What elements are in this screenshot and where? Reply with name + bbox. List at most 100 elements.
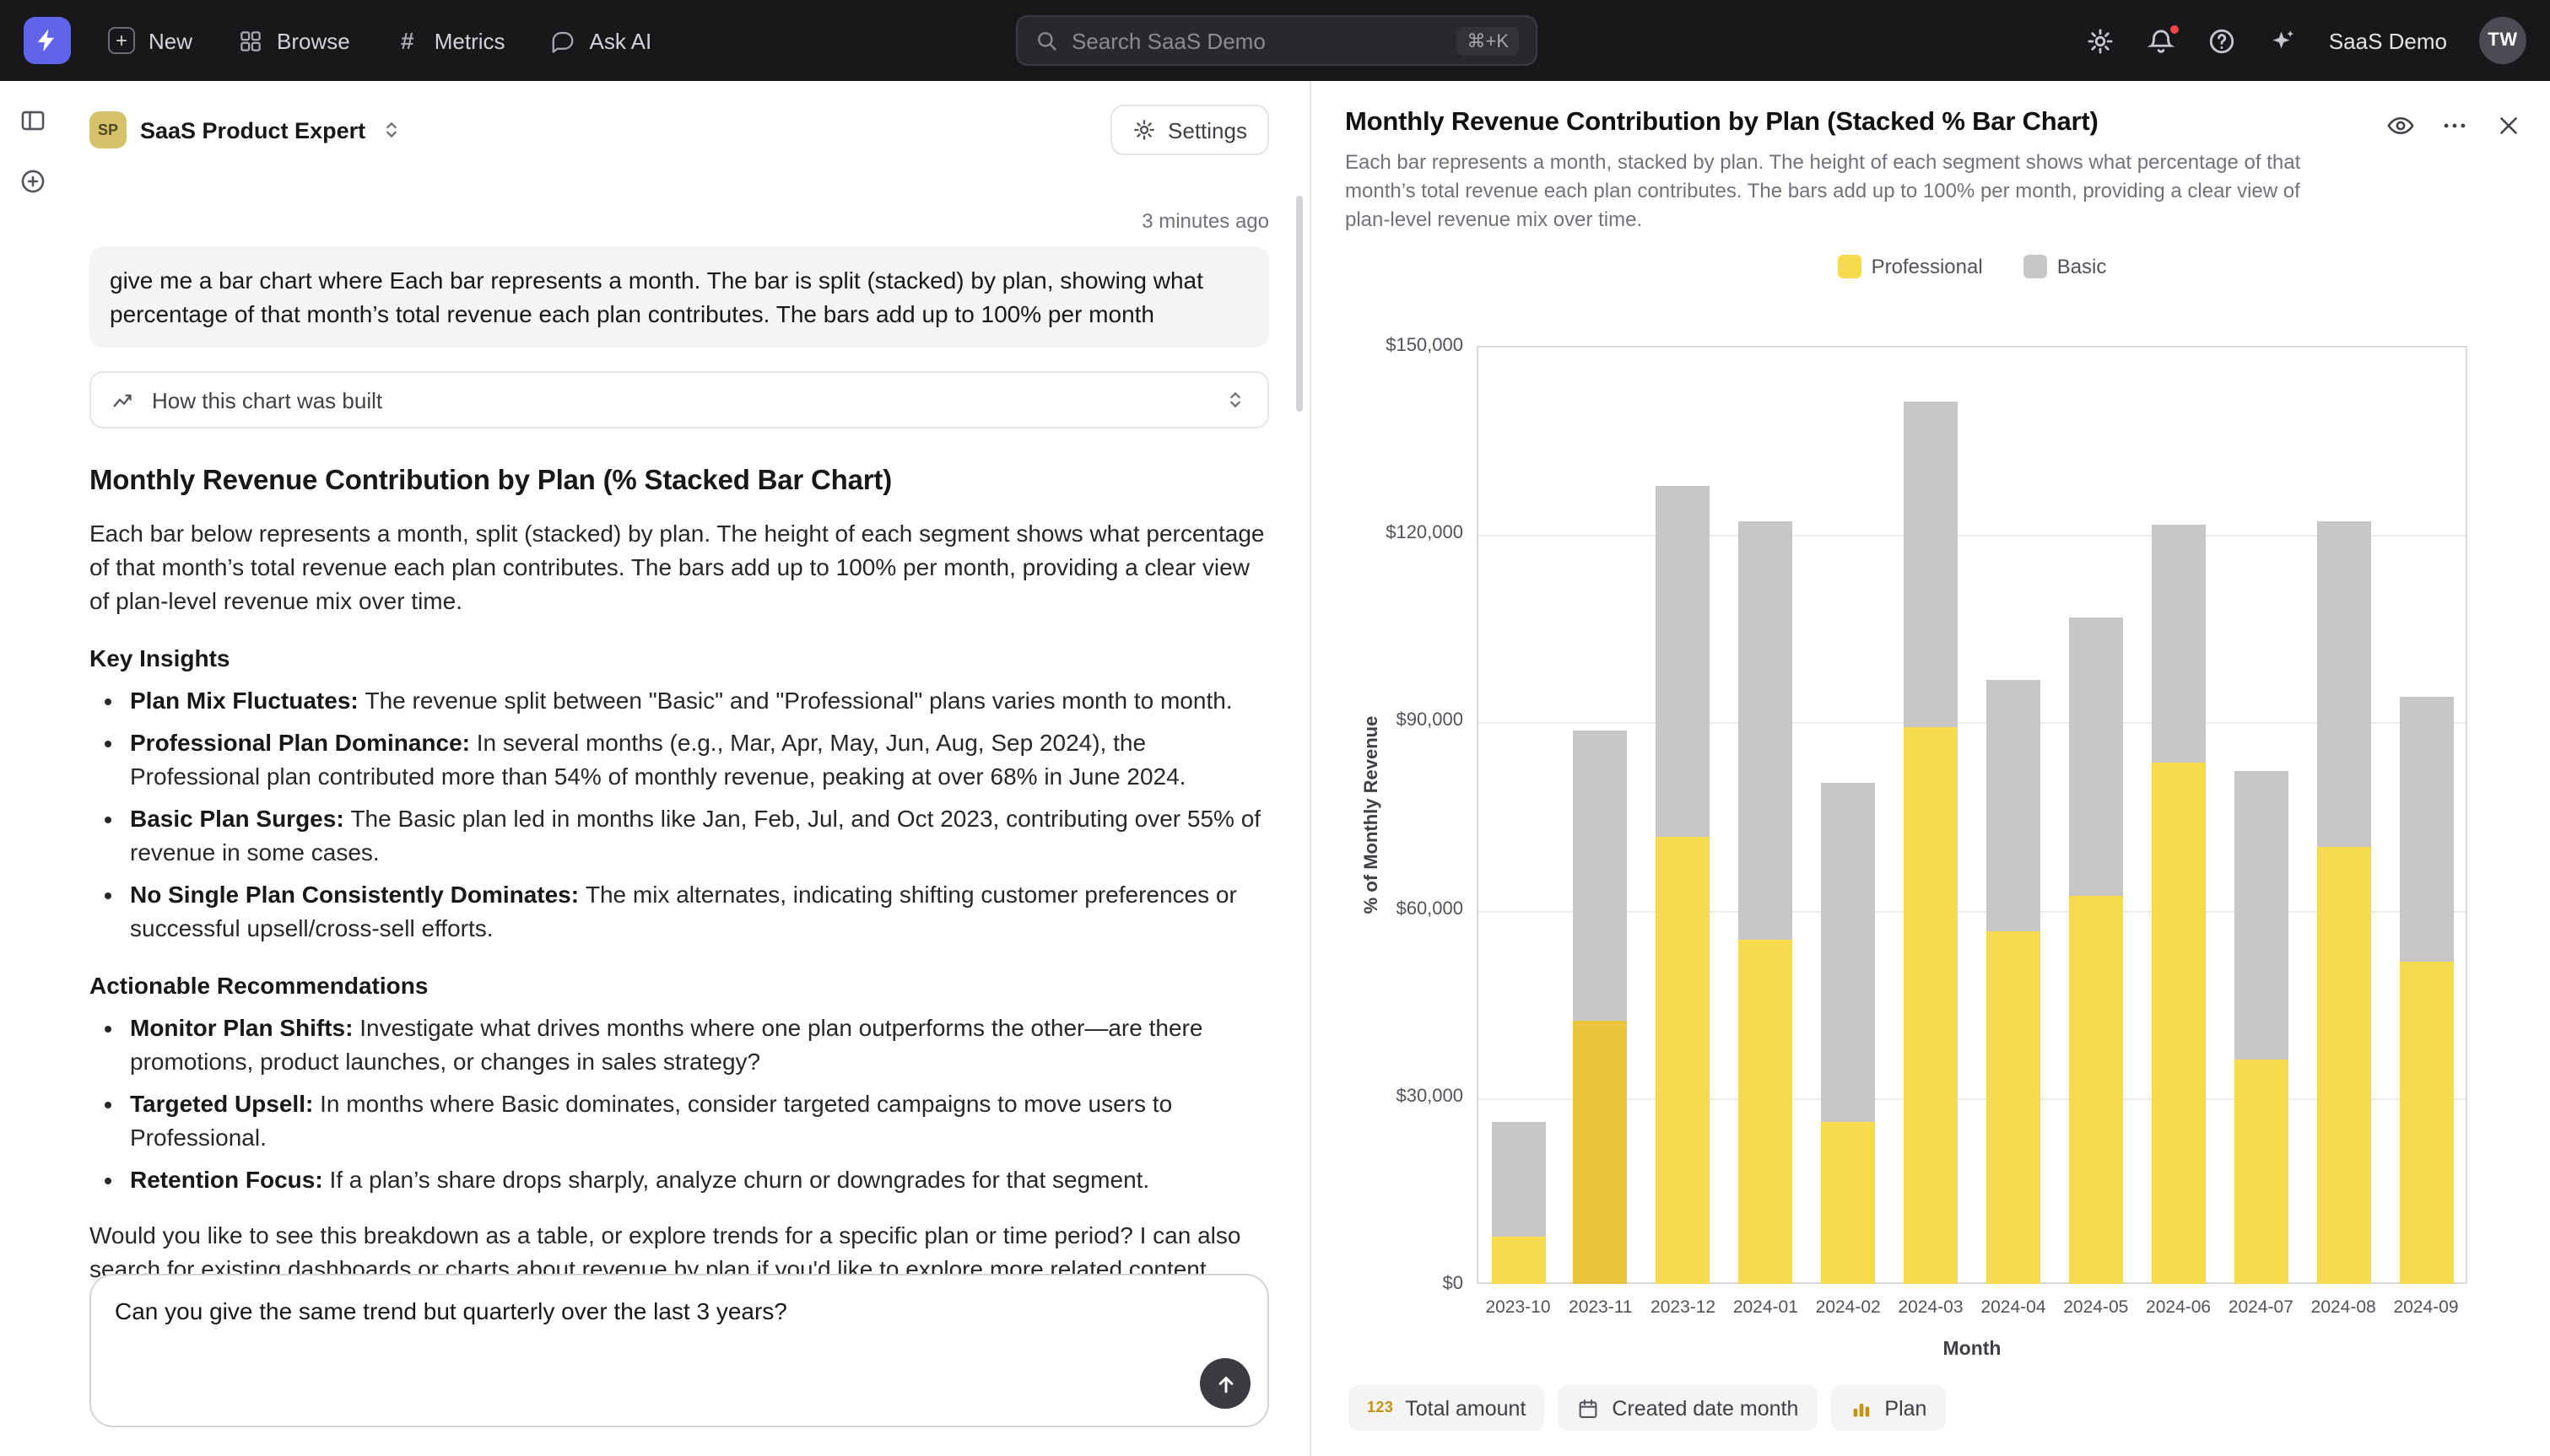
bar-2024-06-professional[interactable] [2152, 762, 2206, 1284]
global-search-input[interactable]: Search SaaS Demo ⌘+K [1016, 15, 1537, 66]
legend-label: Basic [2057, 255, 2107, 278]
topbar-nav: + New Browse #Metrics Ask AI [108, 27, 651, 54]
nav-item-label: Browse [277, 28, 350, 53]
y-tick-label: $90,000 [1396, 711, 1463, 731]
bar-2023-12-professional[interactable] [1656, 837, 1710, 1284]
legend-item-basic[interactable]: Basic [2023, 255, 2107, 278]
bar-2024-03-professional[interactable] [1904, 727, 1958, 1284]
chat-input-value: Can you give the same trend but quarterl… [115, 1297, 787, 1324]
field-tags-row: 123Total amount Created date month Plan [1348, 1385, 1945, 1431]
nav-item-metrics[interactable]: #Metrics [394, 27, 505, 54]
nav-item-label: New [149, 28, 192, 53]
agent-avatar: SP [89, 111, 127, 148]
bar-2023-12-basic[interactable] [1656, 487, 1710, 837]
chat-bubble-icon [549, 27, 576, 54]
how-chart-built-expander[interactable]: How this chart was built [89, 371, 1269, 429]
user-avatar[interactable]: TW [2479, 17, 2526, 64]
bar-2024-02-professional[interactable] [1821, 1121, 1875, 1284]
legend-swatch [2023, 255, 2047, 278]
calendar-icon [1576, 1396, 1600, 1420]
bar-2023-10-professional[interactable] [1491, 1237, 1545, 1284]
x-tick-label: 2024-03 [1898, 1297, 1963, 1318]
field-tag-label: Plan [1884, 1396, 1926, 1420]
more-options-icon[interactable] [2440, 111, 2469, 140]
bullet-item: Monitor Plan Shifts: Investigate what dr… [130, 1011, 1269, 1078]
bar-2024-05-professional[interactable] [2069, 896, 2123, 1284]
bar-2023-11-professional[interactable] [1574, 1022, 1628, 1284]
help-icon[interactable] [2207, 26, 2236, 55]
bar-2023-10-basic[interactable] [1491, 1121, 1545, 1237]
response-title: Monthly Revenue Contribution by Plan (% … [89, 466, 1269, 498]
x-axis-title: Month [1943, 1340, 2002, 1360]
x-tick-label: 2024-09 [2393, 1297, 2458, 1318]
sidebar-toggle-icon[interactable] [19, 106, 47, 135]
eye-icon[interactable] [2386, 111, 2415, 140]
how-built-label: How this chart was built [152, 387, 382, 413]
response-sections: Key InsightsPlan Mix Fluctuates: The rev… [89, 644, 1269, 1196]
settings-gear-icon[interactable] [2086, 26, 2115, 55]
bar-2024-04-basic[interactable] [1986, 681, 2040, 931]
nav-item-new[interactable]: + New [108, 27, 192, 54]
left-rail [0, 81, 66, 1456]
field-tag-plan[interactable]: Plan [1830, 1385, 1945, 1431]
bullet-item: Plan Mix Fluctuates: The revenue split b… [130, 683, 1269, 717]
agent-selector[interactable]: SP SaaS Product Expert [89, 111, 402, 148]
chart-title: Monthly Revenue Contribution by Plan (St… [1345, 108, 2347, 138]
bar-2024-08-basic[interactable] [2316, 521, 2370, 846]
bar-2024-05-basic[interactable] [2069, 618, 2123, 897]
bullet-item: Targeted Upsell: In months where Basic d… [130, 1087, 1269, 1154]
legend-swatch [1838, 255, 1861, 278]
y-tick-label: $30,000 [1396, 1087, 1463, 1107]
nav-item-browse[interactable]: Browse [236, 27, 350, 54]
bar-2023-11-basic[interactable] [1574, 731, 1628, 1022]
y-tick-label: $150,000 [1386, 336, 1463, 356]
app-root: + New Browse #Metrics Ask AI Search SaaS Dem… [0, 0, 2550, 1456]
bar-2024-07-professional[interactable] [2234, 1059, 2288, 1284]
search-placeholder: Search SaaS Demo [1072, 28, 1443, 53]
bar-2024-06-basic[interactable] [2152, 524, 2206, 762]
bar-2024-02-basic[interactable] [1821, 784, 1875, 1121]
field-tag-total-amount[interactable]: 123Total amount [1348, 1385, 1544, 1431]
chat-thread: 3 minutes ago give me a bar chart where … [66, 209, 1310, 1286]
x-tick-label: 2024-08 [2311, 1297, 2376, 1318]
send-button[interactable] [1200, 1358, 1251, 1409]
field-tag-created-date-month[interactable]: Created date month [1558, 1385, 1817, 1431]
x-tick-label: 2023-11 [1569, 1297, 1633, 1318]
x-tick-label: 2024-01 [1733, 1297, 1798, 1318]
agent-name: SaaS Product Expert [140, 117, 365, 143]
bar-2024-09-professional[interactable] [2399, 962, 2453, 1284]
topbar: + New Browse #Metrics Ask AI Search SaaS Dem… [0, 0, 2550, 81]
close-icon[interactable] [2494, 111, 2523, 140]
workspace-name[interactable]: SaaS Demo [2329, 28, 2447, 53]
plus-box-icon: + [108, 27, 135, 54]
chat-panel: SP SaaS Product Expert Settings 3 minute… [66, 81, 1311, 1456]
settings-button-label: Settings [1168, 117, 1247, 143]
search-icon [1035, 29, 1058, 52]
notifications-bell-icon[interactable] [2147, 26, 2175, 55]
bullet-item: Professional Plan Dominance: In several … [130, 725, 1269, 793]
chat-input[interactable]: Can you give the same trend but quarterl… [89, 1274, 1269, 1427]
sparkles-icon[interactable] [2268, 26, 2297, 55]
agent-settings-button[interactable]: Settings [1110, 105, 1269, 155]
bar-2024-01-professional[interactable] [1738, 940, 1792, 1284]
response-intro: Each bar below represents a month, split… [89, 516, 1269, 617]
bar-2024-01-basic[interactable] [1738, 521, 1792, 941]
hash-icon: # [394, 27, 421, 54]
app-logo[interactable] [24, 17, 71, 64]
chat-scrollbar[interactable] [1296, 196, 1303, 412]
section-heading: Actionable Recommendations [89, 972, 1269, 999]
plan-field-icon [1849, 1396, 1872, 1420]
bar-2024-09-basic[interactable] [2399, 696, 2453, 962]
chevron-updown-icon [379, 118, 402, 142]
legend-item-professional[interactable]: Professional [1838, 255, 1983, 278]
bar-2024-07-basic[interactable] [2234, 771, 2288, 1059]
x-tick-label: 2024-06 [2146, 1297, 2211, 1318]
chart-legend: Professional Basic [1477, 255, 2467, 278]
bar-2024-03-basic[interactable] [1904, 402, 1958, 727]
new-thread-plus-icon[interactable] [19, 167, 47, 196]
bar-2024-08-professional[interactable] [2316, 846, 2370, 1284]
gear-icon [1132, 118, 1156, 142]
chart-panel-actions [2386, 111, 2523, 140]
nav-item-ask-ai[interactable]: Ask AI [549, 27, 652, 54]
bar-2024-04-professional[interactable] [1986, 930, 2040, 1284]
